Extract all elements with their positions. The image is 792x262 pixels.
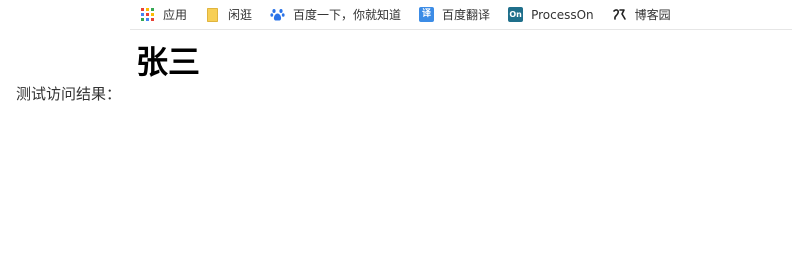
translate-icon-glyph: 译 <box>419 7 435 22</box>
bookmark-cnblogs[interactable]: 博客园 <box>602 3 679 27</box>
baidu-paw-icon <box>270 7 285 22</box>
bookmark-label: 应用 <box>163 8 188 22</box>
bookmark-apps[interactable]: 应用 <box>130 3 195 27</box>
bookmark-baidu[interactable]: 百度一下，你就知道 <box>260 3 409 27</box>
bookmark-xianguang-folder[interactable]: 闲逛 <box>195 3 260 27</box>
baidu-translate-icon: 译 <box>419 7 435 22</box>
page-heading: 张三 <box>136 43 201 81</box>
bookmark-label: 博客园 <box>634 8 671 22</box>
bookmark-label: ProcessOn <box>531 7 594 22</box>
bookmark-baidu-translate[interactable]: 译 百度翻译 <box>409 3 498 27</box>
bookmark-label: 百度一下，你就知道 <box>293 8 402 22</box>
folder-icon <box>205 7 220 22</box>
bookmarks-bar: 应用 闲逛 百度一下，你就知道 译 百度翻译 On ProcessOn 博客园 <box>130 0 792 30</box>
processon-icon: On <box>508 7 524 22</box>
bookmark-label: 百度翻译 <box>442 8 491 22</box>
apps-grid-icon <box>140 7 155 22</box>
bookmark-processon[interactable]: On ProcessOn <box>498 3 602 27</box>
bookmark-label: 闲逛 <box>228 8 253 22</box>
test-result-label: 测试访问结果： <box>16 85 122 103</box>
cnblogs-icon <box>612 7 627 22</box>
processon-icon-glyph: On <box>508 7 524 22</box>
